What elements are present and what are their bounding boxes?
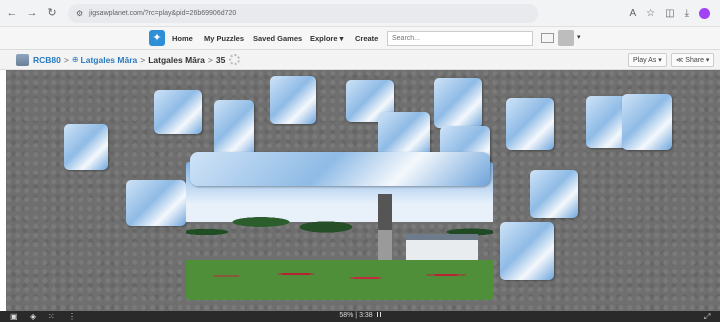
nav-saved-games[interactable]: Saved Games — [253, 27, 302, 50]
puzzle-piece[interactable] — [500, 222, 554, 280]
translate-icon[interactable]: A — [629, 8, 636, 19]
nav-create[interactable]: Create — [355, 27, 378, 50]
breadcrumb-user[interactable]: RCB80 — [33, 55, 61, 65]
flower-beds — [196, 266, 486, 286]
nav-my-puzzles[interactable]: My Puzzles — [204, 27, 244, 50]
chevron-down-icon[interactable]: ▾ — [577, 33, 581, 41]
status-separator: | — [355, 312, 358, 319]
breadcrumb-puzzle: Latgales Māra — [148, 54, 205, 65]
puzzle-piece[interactable] — [530, 170, 578, 218]
download-icon[interactable]: ⤓ — [685, 8, 689, 19]
puzzle-piece[interactable] — [154, 90, 202, 134]
piece-shape-icon — [229, 54, 241, 65]
monument-image — [378, 194, 392, 266]
breadcrumb: RCB80 > ⊕ Latgales Māra > Latgales Māra … — [0, 50, 720, 70]
breadcrumb-separator: > — [63, 54, 69, 65]
avatar[interactable] — [558, 30, 574, 46]
profile-icon[interactable] — [699, 7, 710, 19]
nav-home[interactable]: Home — [172, 27, 193, 50]
address-bar[interactable]: ⚙ jigsawplanet.com/?rc=play&pid=26b69906… — [68, 3, 538, 23]
puzzle-piece[interactable] — [378, 112, 430, 156]
back-icon[interactable]: ← — [4, 5, 20, 21]
progress-percent: 58% — [339, 312, 354, 319]
puzzle-piece[interactable] — [622, 94, 672, 150]
game-status-bar: ▣ ◈ ⁙ ⋮ 58% | 3:38 ⤢ — [0, 311, 720, 322]
puzzle-piece[interactable] — [190, 152, 490, 186]
progress-timer: 58% | 3:38 — [0, 312, 720, 319]
bookmark-star-icon[interactable]: ☆ — [646, 8, 655, 19]
fullscreen-icon[interactable]: ⤢ — [704, 312, 710, 322]
reload-icon[interactable]: ↻ — [44, 5, 60, 21]
play-as-button[interactable]: Play As ▾ — [628, 53, 667, 67]
share-button[interactable]: ≪ Share ▾ — [671, 53, 715, 67]
puzzle-thumbnail[interactable] — [16, 53, 29, 66]
site-nav: ✦ Home My Puzzles Saved Games Explore ▾ … — [0, 27, 720, 50]
breadcrumb-separator: > — [140, 54, 146, 65]
puzzle-piece[interactable] — [126, 180, 186, 226]
search-input[interactable] — [387, 31, 533, 46]
pause-icon[interactable] — [376, 312, 381, 317]
breadcrumb-separator: > — [207, 54, 213, 65]
puzzle-board[interactable] — [6, 70, 720, 311]
nav-explore[interactable]: Explore ▾ — [310, 27, 343, 50]
piece-count: 35 — [215, 54, 226, 65]
globe-icon: ⊕ — [71, 55, 79, 64]
timer: 3:38 — [359, 312, 373, 319]
mail-icon[interactable] — [541, 33, 554, 43]
puzzle-piece[interactable] — [506, 98, 554, 150]
share-label: Share ▾ — [685, 57, 710, 64]
puzzle-piece[interactable] — [270, 76, 316, 124]
forward-icon[interactable]: → — [24, 5, 40, 21]
site-logo-icon[interactable]: ✦ — [149, 30, 165, 46]
site-settings-icon[interactable]: ⚙ — [76, 9, 83, 18]
share-icon: ≪ — [676, 57, 686, 64]
puzzle-piece[interactable] — [64, 124, 108, 170]
puzzle-piece[interactable] — [214, 100, 254, 158]
puzzle-piece[interactable] — [434, 78, 482, 128]
url-text: jigsawplanet.com/?rc=play&pid=26b69906d7… — [89, 9, 237, 17]
browser-toolbar: ← → ↻ ⚙ jigsawplanet.com/?rc=play&pid=26… — [0, 0, 720, 27]
breadcrumb-album[interactable]: Latgales Māra — [81, 55, 138, 65]
extensions-icon[interactable]: ◫ — [665, 8, 674, 19]
